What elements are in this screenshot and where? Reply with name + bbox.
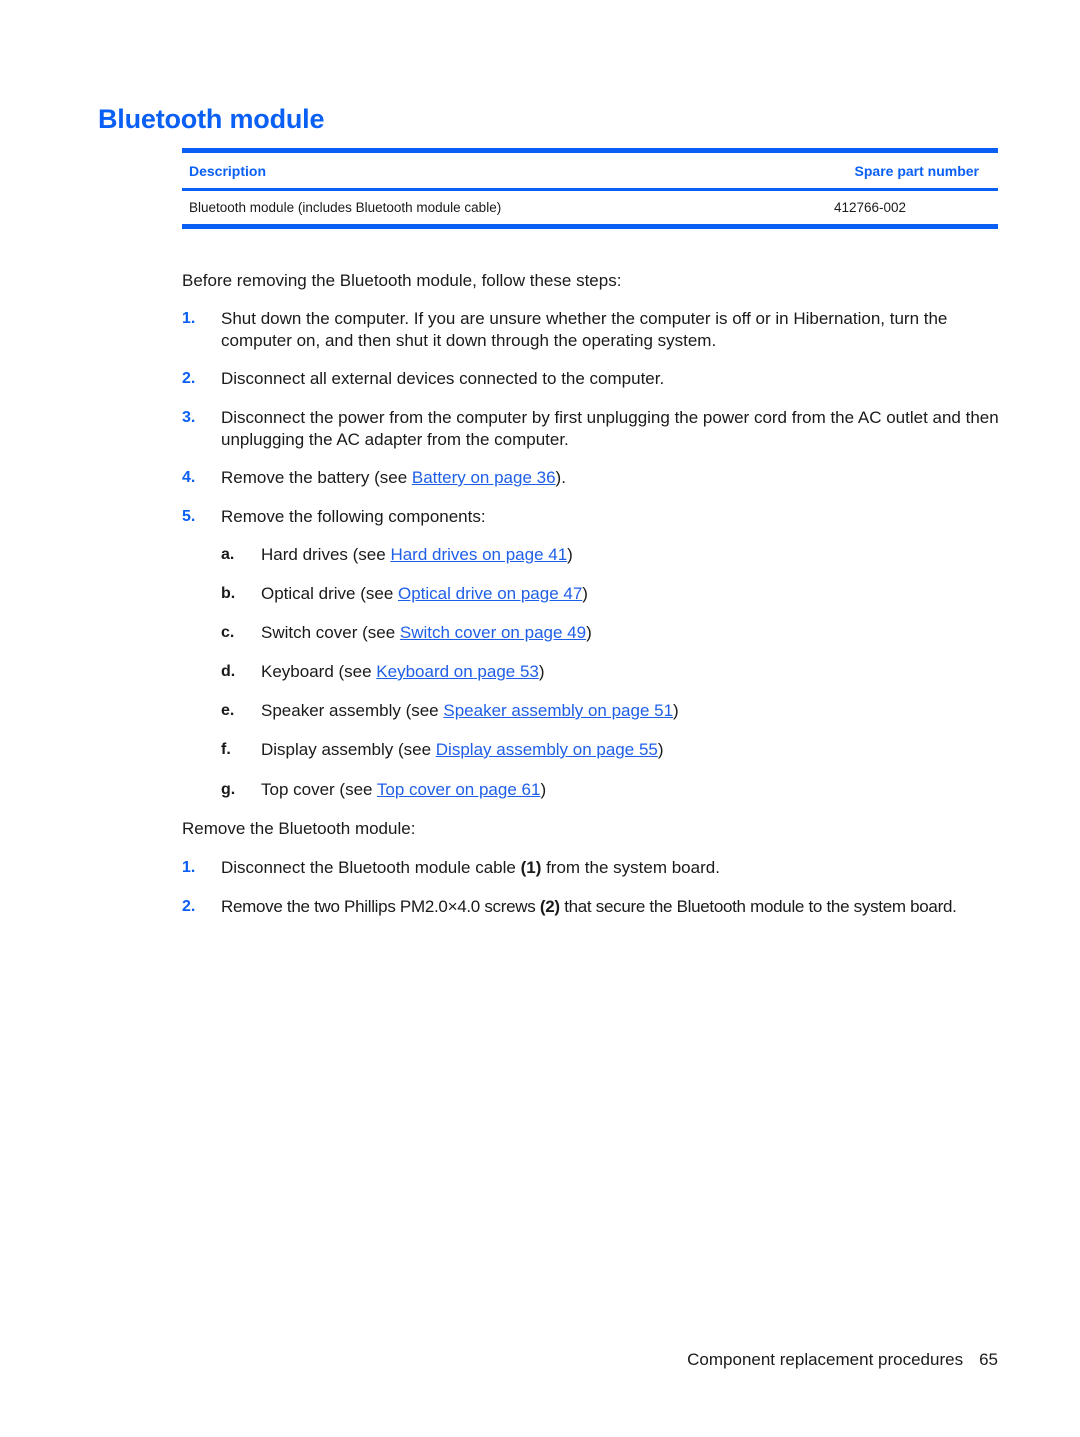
step-text-post: from the system board. [541,858,720,877]
substep-letter: c. [221,624,235,641]
remove-step-2: 2. Remove the two Phillips PM2.0×4.0 scr… [182,896,1002,918]
step-number: 3. [182,409,196,426]
substep-text-pre: Display assembly (see [261,740,436,759]
substep-text: Switch cover (see Switch cover on page 4… [261,622,592,644]
substep-letter: e. [221,702,235,719]
top-cover-link[interactable]: Top cover on page 61 [377,780,541,799]
column-header-description: Description [189,162,267,179]
page-footer: Component replacement procedures 65 [687,1350,998,1370]
substep-text-post: ) [582,584,588,603]
cell-spare-part-number: 412766-002 [834,200,907,215]
step-number: 1. [182,859,196,876]
battery-link[interactable]: Battery on page 36 [412,468,556,487]
before-step-3: 3. Disconnect the power from the compute… [182,407,1002,451]
substep-text-post: ) [673,701,679,720]
substep-e: e. Speaker assembly (see Speaker assembl… [221,700,679,722]
substep-letter: b. [221,585,236,602]
substep-text: Optical drive (see Optical drive on page… [261,583,588,605]
substep-text-pre: Keyboard (see [261,662,377,681]
callout-1: (1) [520,858,542,877]
before-intro: Before removing the Bluetooth module, fo… [182,271,622,290]
substep-f: f. Display assembly (see Display assembl… [221,739,664,761]
page-number: 65 [979,1350,998,1369]
substep-letter: a. [221,546,235,563]
optical-drive-link[interactable]: Optical drive on page 47 [398,584,582,603]
substep-text-pre: Speaker assembly (see [261,701,444,720]
step-number: 2. [182,370,196,387]
table-row: Bluetooth module (includes Bluetooth mod… [182,191,998,224]
step-text: Shut down the computer. If you are unsur… [221,309,948,350]
hard-drives-link[interactable]: Hard drives on page 41 [390,545,567,564]
step-number: 4. [182,469,196,486]
substep-text-post: ) [586,623,592,642]
step-text: Remove the battery (see Battery on page … [221,467,1002,489]
substep-a: a. Hard drives (see Hard drives on page … [221,544,573,566]
substep-text: Display assembly (see Display assembly o… [261,739,664,761]
step-text: Disconnect all external devices connecte… [221,369,665,388]
step-text-pre: Remove the battery (see [221,468,412,487]
substep-text-post: ) [540,780,547,799]
step-number: 5. [182,508,196,525]
substep-letter: g. [221,781,236,798]
substep-text: Top cover (see Top cover on page 61) [261,779,546,801]
substep-text-post: ) [538,662,545,681]
substep-text-pre: Top cover (see [261,780,377,799]
step-text: Disconnect the Bluetooth module cable (1… [221,857,1002,879]
substep-letter: d. [221,663,236,680]
step-text-pre: Remove the two Phillips PM2.0×4.0 screws [221,897,540,916]
substep-letter: f. [221,741,231,758]
footer-section-title: Component replacement procedures [687,1350,964,1369]
step-text: Remove the following components: [221,507,486,526]
substep-text-post: ) [567,545,573,564]
step-number: 1. [182,310,196,327]
switch-cover-link[interactable]: Switch cover on page 49 [400,623,586,642]
page-title: Bluetooth module [98,104,325,134]
step-text-pre: Disconnect the Bluetooth module cable [221,858,521,877]
remove-intro: Remove the Bluetooth module: [182,819,416,838]
step-text-post: that secure the Bluetooth module to the … [559,897,957,916]
before-step-5: 5. Remove the following components: [182,506,1002,528]
column-header-spare-part-number: Spare part number [854,162,979,179]
substep-text: Speaker assembly (see Speaker assembly o… [261,700,679,722]
before-step-2: 2. Disconnect all external devices conne… [182,368,1002,390]
speaker-assembly-link[interactable]: Speaker assembly on page 51 [443,701,673,720]
keyboard-link[interactable]: Keyboard on page 53 [376,662,539,681]
before-step-4: 4. Remove the battery (see Battery on pa… [182,467,1002,489]
substep-text: Keyboard (see Keyboard on page 53) [261,661,545,683]
table-bottom-rule [182,224,998,229]
substep-text: Hard drives (see Hard drives on page 41) [261,544,573,566]
substep-b: b. Optical drive (see Optical drive on p… [221,583,588,605]
step-text: Remove the two Phillips PM2.0×4.0 screws… [221,896,1002,918]
step-text-post: ). [555,468,566,487]
substep-c: c. Switch cover (see Switch cover on pag… [221,622,592,644]
cell-description: Bluetooth module (includes Bluetooth mod… [189,200,502,215]
callout-2: (2) [539,897,560,916]
step-text: Disconnect the power from the computer b… [221,408,999,449]
table-header-row: Description Spare part number [182,153,998,188]
substep-text-post: ) [657,740,664,759]
substep-g: g. Top cover (see Top cover on page 61) [221,779,546,801]
display-assembly-link[interactable]: Display assembly on page 55 [436,740,658,759]
substep-text-pre: Optical drive (see [261,584,398,603]
substep-text-pre: Switch cover (see [261,623,400,642]
substep-text-pre: Hard drives (see [261,545,391,564]
step-number: 2. [182,898,196,915]
spare-parts-table: Description Spare part number Bluetooth … [182,148,998,229]
remove-step-1: 1. Disconnect the Bluetooth module cable… [182,857,1002,879]
substep-d: d. Keyboard (see Keyboard on page 53) [221,661,545,683]
before-step-1: 1. Shut down the computer. If you are un… [182,308,1002,352]
